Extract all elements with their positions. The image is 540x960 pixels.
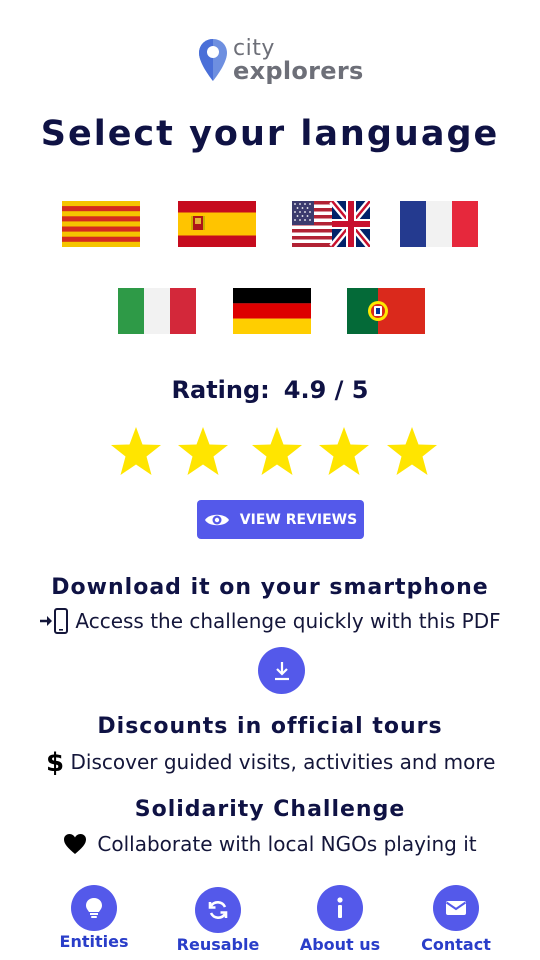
brand-line2: explorers (233, 57, 364, 85)
nav-contact-label: Contact (421, 935, 491, 954)
flag-french[interactable] (400, 201, 478, 247)
flag-german[interactable] (233, 288, 311, 334)
nav-entities-label: Entities (59, 932, 129, 951)
discounts-title: Discounts in official tours (97, 714, 443, 739)
star-icon (252, 427, 302, 475)
star-rating (108, 424, 448, 480)
download-pdf-button[interactable] (258, 647, 305, 694)
flag-english[interactable] (292, 201, 370, 247)
solidarity-text-row: Collaborate with local NGOs playing it (0, 832, 540, 856)
lightbulb-icon (86, 898, 102, 918)
heart-icon (63, 833, 87, 855)
nav-entities[interactable]: Entities (34, 885, 154, 951)
download-text: Access the challenge quickly with this P… (75, 609, 501, 633)
dollar-icon: $ (45, 748, 65, 776)
star-icon (111, 427, 161, 475)
view-reviews-label: VIEW REVIEWS (239, 511, 358, 528)
download-text-row: Access the challenge quickly with this P… (0, 608, 540, 634)
nav-about-us[interactable]: About us (280, 885, 400, 954)
rating-label: Rating: (171, 376, 270, 404)
page-title: Select your language (40, 114, 500, 154)
svg-text:$: $ (45, 748, 63, 776)
flag-italian[interactable] (118, 288, 196, 334)
solidarity-title: Solidarity Challenge (134, 797, 406, 822)
refresh-icon (208, 901, 228, 919)
nav-reusable-label: Reusable (176, 935, 260, 954)
star-icon (387, 427, 437, 475)
download-icon (274, 661, 289, 680)
nav-about-us-label: About us (299, 935, 381, 954)
discounts-text: Discover guided visits, activities and m… (70, 750, 496, 774)
solidarity-text: Collaborate with local NGOs playing it (97, 832, 477, 856)
flag-catalan[interactable] (62, 201, 140, 247)
download-title: Download it on your smartphone (51, 575, 489, 600)
brand-logo: city explorers (198, 38, 364, 83)
star-icon (319, 427, 369, 475)
nav-contact[interactable]: Contact (396, 885, 516, 954)
envelope-icon (445, 901, 467, 915)
map-pin-icon (199, 39, 227, 81)
rating-row: Rating: 4.9 / 5 (0, 376, 540, 404)
view-reviews-button[interactable]: VIEW REVIEWS (197, 500, 364, 539)
info-icon (337, 897, 343, 918)
nav-reusable[interactable]: Reusable (158, 887, 278, 954)
star-icon (178, 427, 228, 475)
mobile-arrow-icon (39, 608, 69, 634)
eye-icon (204, 514, 229, 525)
discounts-text-row: $ Discover guided visits, activities and… (0, 748, 540, 776)
flag-portuguese[interactable] (347, 288, 425, 334)
flag-spanish[interactable] (178, 201, 256, 247)
rating-value: 4.9 / 5 (283, 376, 369, 404)
